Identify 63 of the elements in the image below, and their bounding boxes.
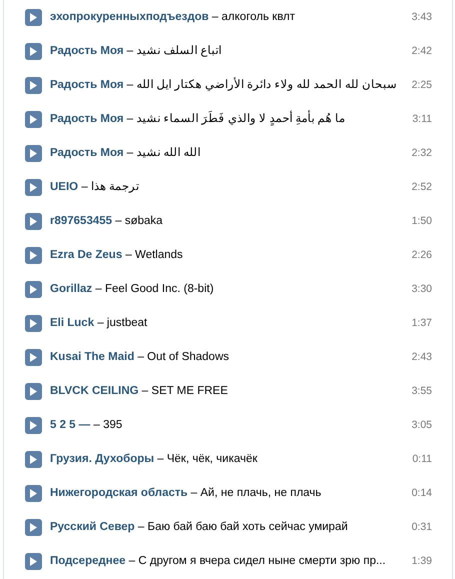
- play-icon: [30, 250, 37, 260]
- track-name: Русский Север – Баю бай баю бай хоть сейчас умирай: [50, 520, 349, 534]
- track-duration: 0:31: [412, 521, 432, 533]
- track-duration: 3:11: [412, 113, 432, 125]
- track-duration: 3:30: [412, 283, 432, 295]
- track-duration: 2:26: [412, 249, 432, 261]
- track-duration: 2:25: [412, 79, 432, 91]
- play-button[interactable]: [25, 246, 42, 264]
- play-button[interactable]: [25, 42, 42, 60]
- play-button[interactable]: [25, 8, 42, 26]
- play-button[interactable]: [25, 212, 42, 230]
- play-icon: [30, 284, 37, 294]
- play-button[interactable]: [25, 144, 42, 162]
- track-duration: 1:39: [412, 555, 432, 567]
- track-duration: 3:55: [412, 385, 432, 397]
- track-duration: 3:43: [412, 11, 432, 23]
- play-icon: [30, 352, 37, 362]
- play-button[interactable]: [25, 382, 42, 400]
- play-icon: [30, 114, 37, 124]
- play-button[interactable]: [25, 450, 42, 468]
- track-name: Подсереднее – С другом я вчера сидел ныне смерти зрю пр...: [50, 554, 387, 568]
- track-duration: 0:11: [412, 453, 432, 465]
- track-duration: 3:05: [412, 419, 432, 431]
- play-icon: [30, 420, 37, 430]
- play-icon: [30, 46, 37, 56]
- play-icon: [30, 454, 37, 464]
- track-name: r897653455 – søbaka: [50, 214, 164, 228]
- track-duration: 2:32: [412, 147, 432, 159]
- track-duration: 2:52: [412, 181, 432, 193]
- play-button[interactable]: [25, 518, 42, 536]
- play-button[interactable]: [25, 552, 42, 570]
- track-name: Gorillaz – Feel Good Inc. (8-bit): [50, 282, 215, 296]
- play-icon: [30, 148, 37, 158]
- track-duration: 2:43: [412, 351, 432, 363]
- play-button[interactable]: [25, 280, 42, 298]
- track-duration: 1:37: [412, 317, 432, 329]
- play-button[interactable]: [25, 348, 42, 366]
- track-name: BLVCK CEILING – SET ME FREE: [50, 384, 229, 398]
- play-button[interactable]: [25, 76, 42, 94]
- play-icon: [30, 556, 37, 566]
- track-duration: 0:14: [412, 487, 432, 499]
- track-duration: 1:50: [412, 215, 432, 227]
- track-name: эхопрокуренныхподъездов – алкоголь квлт: [50, 10, 296, 24]
- play-button[interactable]: [25, 314, 42, 332]
- play-button[interactable]: [25, 178, 42, 196]
- play-icon: [30, 386, 37, 396]
- track-name: Ezra De Zeus – Wetlands: [50, 248, 184, 262]
- play-icon: [30, 182, 37, 192]
- play-icon: [30, 12, 37, 22]
- track-name: Грузия. Духоборы – Чёк, чёк, чикачёк: [50, 452, 258, 466]
- track-duration: 2:42: [412, 45, 432, 57]
- play-icon: [30, 216, 37, 226]
- track-name: Eli Luck – justbeat: [50, 316, 148, 330]
- play-button[interactable]: [25, 416, 42, 434]
- play-icon: [30, 488, 37, 498]
- track-name: Нижегородская область – Ай, не плачь, не плачь: [50, 486, 322, 500]
- track-name: 5 2 5 — – 395: [50, 418, 124, 432]
- play-icon: [30, 80, 37, 90]
- play-icon: [30, 318, 37, 328]
- track-name: Kusai The Maid – Out of Shadows: [50, 350, 230, 364]
- play-button[interactable]: [25, 110, 42, 128]
- play-icon: [30, 522, 37, 532]
- play-button[interactable]: [25, 484, 42, 502]
